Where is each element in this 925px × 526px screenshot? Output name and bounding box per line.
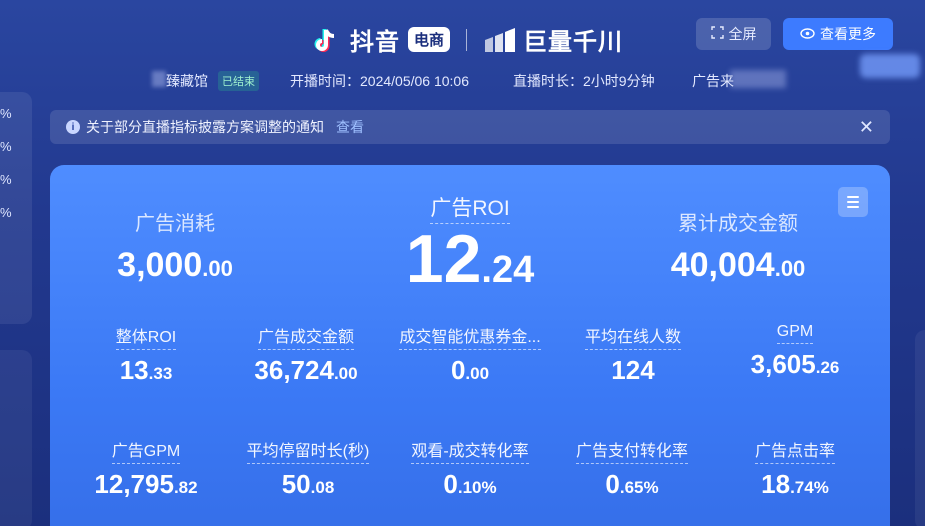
expand-icon	[710, 26, 724, 42]
metric-label: 观看-成交转化率	[411, 443, 529, 464]
close-icon[interactable]: ✕	[859, 117, 874, 138]
left-edge-percent: %	[0, 205, 12, 220]
metric-value: 0.00	[450, 355, 490, 385]
left-side-panel-lower	[0, 350, 32, 526]
fullscreen-button[interactable]: 全屏	[696, 18, 771, 50]
eye-icon	[800, 26, 815, 42]
tiktok-icon	[312, 24, 344, 56]
metric-label: 平均停留时长(秒)	[246, 443, 370, 464]
metrics-card: 广告消耗 3,000.00 广告ROI 12.24 累计成交金额 40,004.…	[50, 165, 890, 526]
live-duration: 直播时长：2小时9分钟	[513, 73, 655, 89]
view-more-label: 查看更多	[820, 26, 876, 42]
metric-value: 0.65%	[605, 469, 659, 499]
live-info-row: 臻藏馆 已结束 开播时间：2024/05/06 10:06 直播时长：2小时9分…	[0, 71, 925, 91]
metric-overall-roi: 整体ROI 13.33	[86, 323, 206, 386]
metric-avg-stay: 平均停留时长(秒) 50.08	[233, 437, 383, 500]
metric-label: 累计成交金额	[678, 213, 798, 235]
metric-label: 广告点击率	[754, 443, 835, 464]
metric-value: 12.24	[405, 221, 535, 297]
metric-label: GPM	[776, 323, 814, 344]
info-icon: i	[66, 120, 80, 134]
qianchuan-logo-icon	[483, 26, 517, 54]
brand-logo: 抖音 电商 巨量千川	[312, 22, 623, 57]
metric-ad-pay-conversion: 广告支付转化率 0.65%	[564, 437, 700, 500]
metric-value: 12,795.82	[94, 469, 198, 499]
metric-smart-coupon: 成交智能优惠券金... 0.00	[390, 323, 550, 386]
metric-value: 13.33	[119, 355, 173, 385]
fullscreen-label: 全屏	[728, 26, 757, 42]
metric-value: 50.08	[281, 469, 335, 499]
metric-label: 广告成交金额	[257, 329, 354, 350]
qianchuan-name: 巨量千川	[523, 29, 624, 56]
notice-view-link[interactable]: 查看	[336, 117, 364, 137]
metric-label: 整体ROI	[115, 329, 177, 350]
metric-value: 40,004.00	[670, 246, 806, 284]
metric-ad-ctr: 广告点击率 18.74%	[730, 437, 860, 500]
notice-bar: i 关于部分直播指标披露方案调整的通知 查看 ✕	[50, 110, 890, 144]
metric-ad-gpm: 广告GPM 12,795.82	[76, 437, 216, 500]
metric-label: 成交智能优惠券金...	[399, 329, 541, 350]
metric-value: 36,724.00	[254, 355, 358, 385]
metric-value: 0.10%	[443, 469, 497, 499]
left-edge-percent: %	[0, 106, 12, 121]
metric-ad-roi: 广告ROI 12.24	[370, 192, 570, 303]
left-edge-percent: %	[0, 172, 12, 187]
right-side-panel	[915, 330, 925, 526]
metric-avg-online: 平均在线人数 124	[568, 323, 698, 386]
notice-text: 关于部分直播指标披露方案调整的通知	[86, 119, 324, 135]
metric-label: 广告GPM	[111, 443, 181, 464]
metric-ad-gmv: 广告成交金额 36,724.00	[236, 323, 376, 386]
metric-label: 广告消耗	[135, 213, 215, 235]
header: 抖音 电商 巨量千川 全屏 查看更多	[0, 18, 925, 78]
metric-view-conversion: 观看-成交转化率 0.10%	[395, 437, 545, 500]
brand-divider	[466, 28, 468, 51]
metric-total-gmv: 累计成交金额 40,004.00	[648, 207, 828, 285]
metric-label: 广告ROI	[430, 197, 510, 224]
metric-label: 平均在线人数	[584, 329, 681, 350]
view-more-button[interactable]: 查看更多	[783, 18, 893, 50]
metric-label: 广告支付转化率	[575, 443, 688, 464]
metric-gpm: GPM 3,605.26	[730, 323, 860, 380]
settings-icon[interactable]	[838, 187, 868, 217]
metric-value: 18.74%	[761, 469, 829, 499]
metric-ad-spend: 广告消耗 3,000.00	[95, 207, 255, 285]
brand-name: 抖音	[350, 29, 400, 56]
ad-source: 广告来	[692, 73, 734, 89]
start-time: 开播时间：2024/05/06 10:06	[290, 73, 469, 89]
room-name: 臻藏馆	[166, 73, 208, 89]
ecom-tag: 电商	[408, 27, 451, 52]
left-edge-percent: %	[0, 139, 12, 154]
status-badge: 已结束	[218, 71, 259, 91]
metric-value: 124	[611, 355, 655, 385]
metric-value: 3,605.26	[750, 349, 840, 379]
metric-value: 3,000.00	[117, 246, 233, 284]
